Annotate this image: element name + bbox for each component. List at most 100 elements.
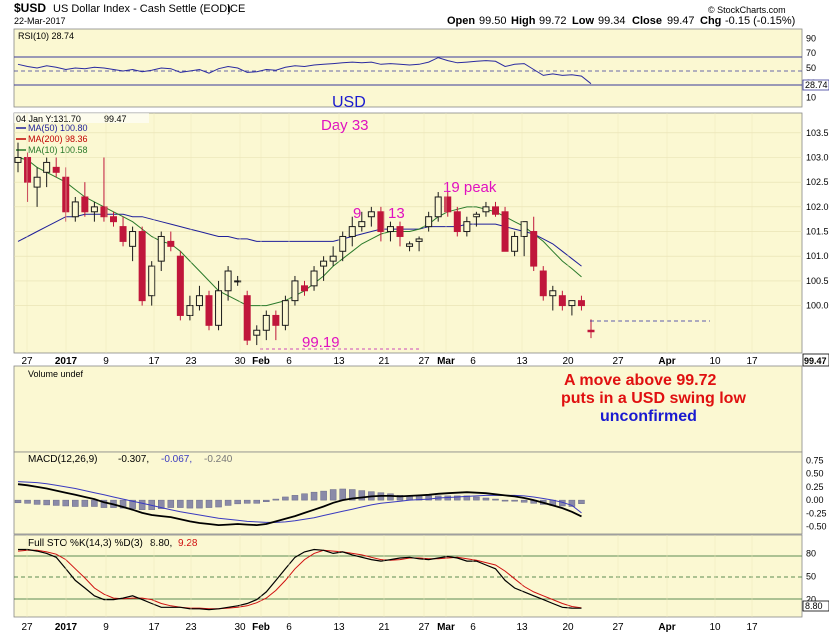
candle-body [138, 231, 146, 302]
x-tick: 17 [148, 622, 160, 633]
open-value: 99.50 [479, 15, 507, 27]
macd-label: MACD(12,26,9) [28, 454, 97, 465]
candle-body [339, 235, 347, 252]
candle-body [24, 156, 32, 183]
x-tick: 10 [709, 356, 721, 367]
x-tick: 13 [516, 622, 528, 633]
chg-label: Chg [700, 15, 721, 27]
chg-value: -0.15 (-0.15%) [725, 15, 795, 27]
rsi-tick: 10 [806, 93, 816, 103]
macd-hist-bar [272, 498, 280, 501]
candle-body [501, 211, 509, 252]
macd-v2: -0.067, [161, 454, 192, 465]
annot-peak: 19 peak [443, 179, 497, 196]
x-tick: 6 [470, 356, 476, 367]
macd-hist-bar [253, 499, 260, 504]
macd-hist-bar [62, 499, 69, 507]
sto-tick: 80 [806, 548, 816, 558]
candle-body [434, 196, 442, 218]
x-tick: Apr [658, 356, 675, 367]
macd-hist-bar [186, 499, 194, 509]
x-tick: 27 [612, 622, 624, 633]
price-tick: 102.0 [806, 202, 829, 212]
candle-body [167, 240, 175, 247]
symbol: $USD [14, 1, 46, 15]
macd-hist-bar [196, 499, 203, 509]
date: 22-Mar-2017 [14, 16, 66, 26]
sto-tick: 50 [806, 572, 816, 582]
x-tick: 2017 [55, 356, 78, 367]
candle-body [301, 285, 308, 292]
annot-usd: USD [332, 94, 366, 111]
macd-hist-bar [24, 499, 31, 504]
rsi-tick: 50 [806, 63, 816, 73]
note-line1: A move above 99.72 [564, 372, 716, 389]
close-value: 99.47 [667, 15, 695, 27]
macd-hist-bar [482, 497, 490, 501]
info-value: 99.47 [104, 114, 127, 124]
low-label: Low [572, 15, 594, 27]
rsi-panel [13, 28, 803, 108]
candle-body [253, 329, 261, 336]
candle-body [492, 206, 499, 215]
x-tick: 17 [746, 622, 758, 633]
x-tick: 6 [286, 622, 292, 633]
annot-nine: 9 [353, 205, 361, 222]
macd-hist-bar [177, 499, 184, 508]
high-label: High [511, 15, 536, 27]
x-tick: 13 [333, 356, 345, 367]
candle-body [205, 295, 213, 326]
candle-body [415, 238, 423, 242]
macd-hist-bar [263, 499, 270, 502]
x-tick: 20 [562, 356, 574, 367]
macd-hist-bar [243, 499, 251, 504]
annot-thirteen: 13 [388, 205, 405, 222]
chart-stage: { "header": { "symbol": "$USD", "name": … [0, 0, 829, 637]
x-tick: 2017 [55, 622, 78, 633]
open-label: Open [447, 15, 475, 27]
x-tick: 27 [21, 622, 33, 633]
candle-body [463, 221, 471, 233]
candle-body [472, 213, 480, 218]
x-tick: 21 [378, 622, 390, 633]
candle-body [224, 270, 232, 292]
x-tick: 13 [516, 356, 528, 367]
candle-body [90, 206, 98, 213]
candle-body [367, 211, 375, 218]
candle-body [377, 211, 385, 233]
candle-body [577, 300, 585, 307]
x-tick: Feb [252, 622, 270, 633]
macd-hist-bar [81, 499, 89, 507]
macd-hist-bar [224, 499, 232, 506]
candle-body [291, 280, 299, 302]
candle-body [348, 226, 356, 237]
candle-body [358, 221, 366, 228]
sto-k: 8.80, [150, 538, 172, 549]
candle-body [272, 314, 280, 326]
macd-tick: -0.50 [806, 522, 827, 532]
volume-label: Volume undef [28, 369, 84, 379]
macd-hist-bar [52, 499, 60, 506]
sto-badge-value: 8.80 [805, 601, 823, 611]
legend-label: MA(50) 100.80 [28, 123, 88, 133]
rsi-label: RSI(10) 28.74 [18, 31, 74, 41]
macd-hist-bar [329, 489, 337, 501]
macd-hist-bar [501, 499, 509, 502]
price-tick: 100.0 [806, 301, 829, 311]
index-name: US Dollar Index - Cash Settle (EOD) [53, 3, 231, 15]
candle-body [43, 161, 51, 173]
watermark: © StockCharts.com [708, 5, 786, 15]
price-tick: 100.5 [806, 276, 829, 286]
x-tick: 6 [470, 622, 476, 633]
macd-hist-bar [43, 499, 50, 506]
candle-body [119, 226, 127, 242]
candle-body [482, 206, 490, 213]
candle-body [110, 216, 117, 223]
candle-body [329, 255, 337, 262]
x-tick: 17 [746, 356, 758, 367]
macd-hist-bar [492, 498, 499, 501]
high-value: 99.72 [539, 15, 567, 27]
sto-d: 9.28 [178, 538, 198, 549]
candle-body [558, 295, 566, 307]
macd-v3: -0.240 [204, 454, 233, 465]
